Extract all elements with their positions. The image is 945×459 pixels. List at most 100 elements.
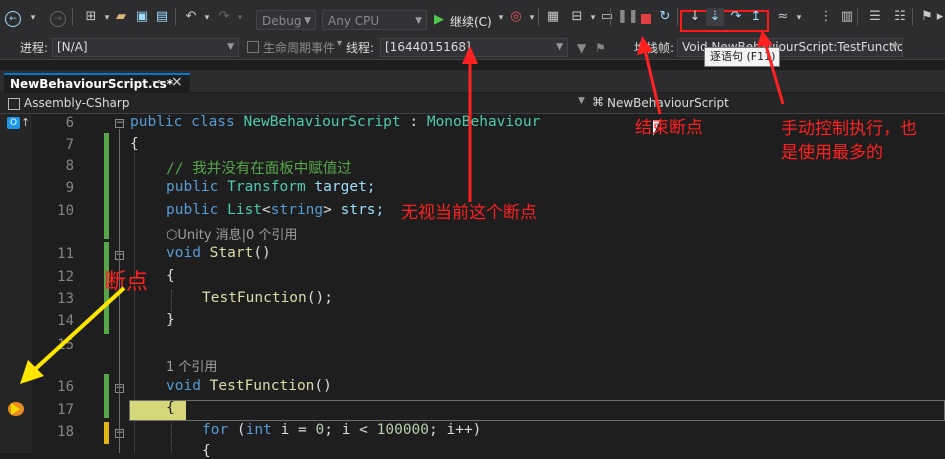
code-token: strs; bbox=[331, 202, 385, 218]
code-line-17[interactable]: { bbox=[166, 400, 175, 416]
pause-icon[interactable]: ❚❚ bbox=[617, 8, 639, 26]
class-name: NewBehaviourScript bbox=[607, 96, 729, 110]
chevron-down-icon[interactable]: ▾ bbox=[231, 9, 249, 27]
code-line-11[interactable]: void Start() bbox=[166, 245, 271, 261]
code-line-18[interactable]: for (int i = 0; i < 100000; i++) bbox=[202, 422, 481, 438]
restart-icon[interactable]: ↻ bbox=[656, 8, 674, 26]
thread-value: [1644015168] bbox=[385, 40, 471, 54]
continue-play-icon[interactable]: ▶ bbox=[434, 12, 444, 27]
current-line-border bbox=[129, 400, 945, 421]
thread-label: 线程: bbox=[346, 41, 375, 55]
code-token: Start bbox=[209, 245, 254, 261]
code-token: ; i < bbox=[324, 422, 377, 438]
step-into-icon[interactable]: ⇣ bbox=[706, 8, 724, 26]
configuration-dropdown[interactable]: Debug ▼ bbox=[256, 10, 316, 30]
hex-display-icon[interactable]: ▥ bbox=[838, 8, 856, 26]
current-statement-arrow-icon bbox=[11, 403, 20, 415]
code-token: void bbox=[166, 378, 210, 394]
change-indicator bbox=[104, 374, 109, 418]
chevron-down-icon: ▼ bbox=[891, 42, 898, 52]
code-token: TestFunction bbox=[202, 290, 307, 306]
process-dropdown[interactable]: [N/A] ▼ bbox=[52, 38, 239, 57]
code-token: void bbox=[166, 245, 210, 261]
chevron-down-icon: ▼ bbox=[415, 16, 422, 26]
unity-reference-icon[interactable]: O bbox=[7, 117, 20, 129]
comment-lines-icon[interactable]: ☰ bbox=[866, 8, 884, 26]
tab-newbehaviourscript[interactable]: NewBehaviourScript.cs* ⊸ × bbox=[4, 73, 190, 93]
line-number: 11 bbox=[57, 246, 74, 262]
line-number: 16 bbox=[57, 379, 74, 395]
chevron-down-icon[interactable]: ▾ bbox=[24, 9, 42, 27]
code-token: i = bbox=[271, 422, 316, 438]
line-number: 14 bbox=[57, 313, 74, 329]
toolbar-separator bbox=[175, 8, 176, 26]
save-icon[interactable]: ▣ bbox=[133, 8, 151, 26]
annotation-arrows bbox=[20, 30, 785, 384]
pin-icon[interactable]: ⊸ bbox=[152, 75, 161, 88]
navigate-forward-icon[interactable]: → bbox=[50, 11, 66, 27]
chevron-down-icon[interactable]: ▾ bbox=[790, 9, 808, 27]
open-folder-icon[interactable]: ▰ bbox=[112, 8, 130, 26]
cube-icon: ⬡ bbox=[166, 228, 178, 243]
code-line-12[interactable]: { bbox=[166, 268, 175, 284]
code-token: () bbox=[253, 245, 271, 261]
tab-title: NewBehaviourScript.cs* bbox=[10, 77, 174, 91]
project-dropdown[interactable]: Assembly-CSharp ▼ bbox=[4, 95, 587, 112]
save-all-icon[interactable]: ▤ bbox=[153, 8, 171, 26]
codelens-text: Unity 消息|0 个引用 bbox=[177, 228, 298, 243]
code-line-19[interactable]: { bbox=[202, 443, 211, 459]
bookmark-icon[interactable]: ⚑ bbox=[918, 8, 936, 26]
lifecycle-events-icon bbox=[247, 41, 259, 53]
lifecycle-events-button[interactable]: 生命周期事件 bbox=[263, 39, 335, 56]
breakpoint-current-icon[interactable] bbox=[8, 402, 24, 416]
line-number: 9 bbox=[65, 180, 74, 196]
annotation-manual-step: 手动控制执行，也 是使用最多的 bbox=[781, 117, 917, 165]
breakpoint-list-icon[interactable]: ⋮ bbox=[817, 8, 835, 26]
toolbar-separator bbox=[677, 8, 678, 26]
chevron-down-icon[interactable]: ▾ bbox=[337, 38, 342, 49]
close-icon[interactable]: × bbox=[171, 74, 183, 90]
code-token: NewBehaviourScript bbox=[243, 114, 401, 130]
uncomment-lines-icon[interactable]: ☷ bbox=[891, 8, 909, 26]
stop-debugging-icon[interactable] bbox=[641, 14, 651, 24]
step-out-icon[interactable]: ↥ bbox=[747, 8, 765, 26]
code-line-10[interactable]: public List<string> strs; bbox=[166, 202, 384, 218]
show-next-statement-icon[interactable]: ↓ bbox=[686, 8, 704, 26]
annotation-line: 手动控制执行，也 bbox=[781, 119, 917, 139]
line-number: 12 bbox=[57, 269, 74, 285]
chevron-down-icon[interactable]: ▾ bbox=[198, 9, 216, 27]
step-over-icon[interactable]: ↷ bbox=[727, 8, 745, 26]
code-token: Transform bbox=[227, 179, 306, 195]
code-token: List bbox=[227, 202, 263, 218]
code-line-6[interactable]: public class NewBehaviourScript : MonoBe… bbox=[130, 114, 540, 130]
overflow-icon[interactable]: ▸ bbox=[935, 8, 945, 26]
code-line-16[interactable]: void TestFunction() bbox=[166, 378, 332, 394]
thread-dropdown[interactable]: [1644015168] ▼ bbox=[380, 38, 568, 57]
indent-guide bbox=[171, 422, 172, 453]
code-token: ( bbox=[236, 422, 246, 438]
codelens-line[interactable]: 1 个引用 bbox=[166, 356, 217, 375]
code-token: TestFunction bbox=[209, 378, 315, 394]
code-line-13[interactable]: TestFunction(); bbox=[202, 290, 333, 306]
flag-icon[interactable]: ⚑ bbox=[595, 41, 606, 55]
navigate-back-icon[interactable]: ← bbox=[5, 11, 21, 27]
code-token: 0 bbox=[315, 422, 325, 438]
code-token: public class bbox=[130, 114, 244, 130]
code-line-8[interactable]: // 我并没有在面板中赋值过 bbox=[166, 157, 352, 178]
window-layout-icon[interactable]: ▭ bbox=[598, 8, 616, 26]
code-line-14[interactable]: } bbox=[166, 312, 175, 328]
stackframe-label: 堆栈帧: bbox=[634, 41, 675, 55]
codelens-line[interactable]: ⬡Unity 消息|0 个引用 bbox=[166, 224, 297, 243]
project-name: Assembly-CSharp bbox=[24, 96, 130, 110]
class-dropdown[interactable]: ⌘ NewBehaviourScript bbox=[590, 95, 945, 112]
chevron-down-icon: ▼ bbox=[304, 16, 311, 26]
line-number: 18 bbox=[57, 424, 74, 440]
solution-explorer-icon[interactable]: ▦ bbox=[544, 8, 562, 26]
fold-toggle[interactable]: − bbox=[115, 119, 124, 128]
code-line-7[interactable]: { bbox=[130, 136, 139, 152]
code-line-9[interactable]: public Transform target; bbox=[166, 179, 376, 195]
platform-dropdown[interactable]: Any CPU ▼ bbox=[322, 10, 427, 30]
codelens-text: 1 个引用 bbox=[166, 360, 218, 375]
continue-button[interactable]: 继续(C) bbox=[450, 13, 492, 30]
thread-filter-icon[interactable]: ▼ bbox=[577, 41, 586, 55]
